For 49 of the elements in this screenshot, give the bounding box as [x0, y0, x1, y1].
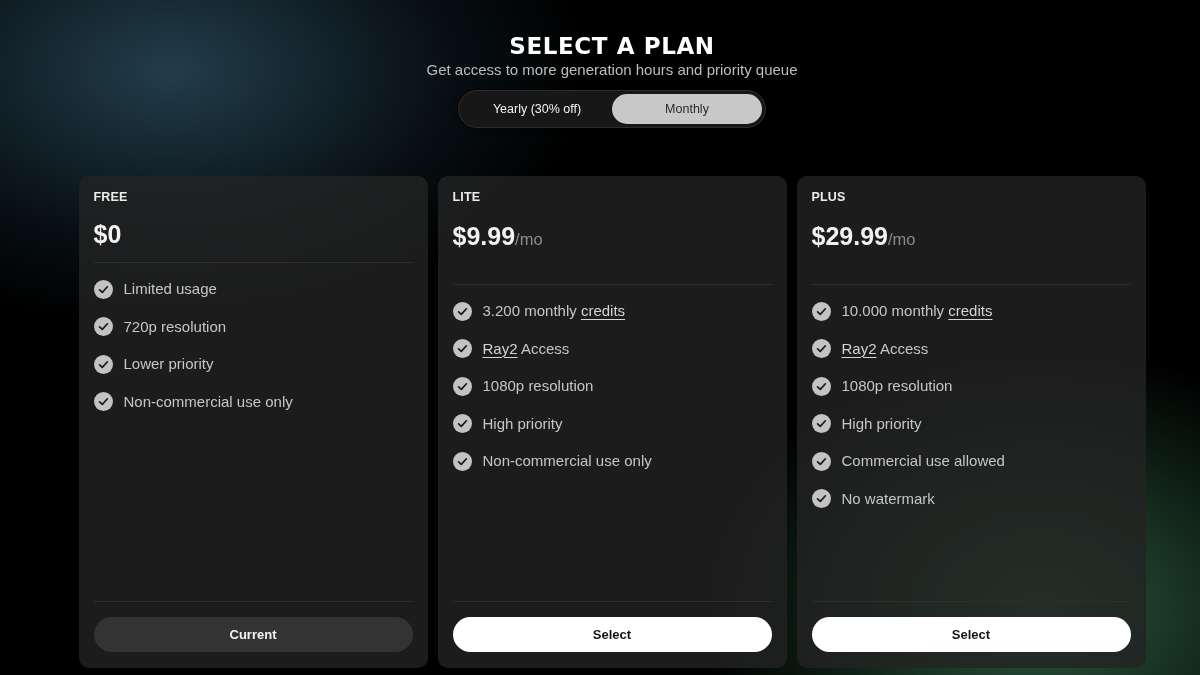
check-icon	[811, 301, 831, 321]
feature-text: Ray2 Access	[482, 338, 570, 359]
plan-price: $9.99	[452, 221, 516, 251]
check-icon	[452, 376, 472, 396]
select-plan-button[interactable]: Select	[811, 617, 1131, 652]
check-icon	[93, 279, 113, 299]
feature-text: No watermark	[841, 488, 935, 509]
feature-text: Limited usage	[123, 279, 217, 299]
price-period: /mo	[515, 230, 543, 250]
plan-name: LITE	[452, 190, 482, 204]
select-plan-button[interactable]: Select	[452, 617, 772, 652]
feature-link[interactable]: credits	[948, 302, 993, 319]
plan-price: $0	[93, 219, 122, 249]
feature-text: High priority	[841, 413, 922, 434]
check-icon	[452, 301, 472, 321]
feature-text: Non-commercial use only	[482, 451, 652, 472]
feature-text: 3.200 monthly credits	[482, 301, 626, 321]
current-plan-button[interactable]: Current	[93, 617, 413, 652]
plan-name: FREE	[93, 190, 129, 204]
feature-text: 10.000 monthly credits	[841, 301, 993, 321]
check-icon	[811, 414, 831, 434]
feature-text: High priority	[482, 413, 563, 434]
billing-option-tab[interactable]: Yearly (30% off)	[462, 94, 612, 124]
check-icon	[452, 339, 472, 359]
feature-text: Commercial use allowed	[841, 451, 1005, 472]
check-icon	[93, 392, 113, 412]
check-icon	[93, 354, 113, 374]
check-icon	[452, 451, 472, 471]
page-subtitle: Get access to more generation hours and priority queue	[426, 60, 798, 79]
feature-link[interactable]: Ray2	[841, 339, 877, 357]
feature-text: Ray2 Access	[841, 338, 929, 359]
feature-text: 720p resolution	[123, 316, 227, 337]
check-icon	[811, 489, 831, 509]
feature-text: Non-commercial use only	[123, 391, 293, 412]
feature-text: Lower priority	[123, 354, 214, 375]
feature-link[interactable]: Ray2	[482, 339, 518, 357]
feature-link[interactable]: credits	[580, 302, 626, 319]
plan-price: $29.99	[811, 221, 888, 251]
billing-option-tab[interactable]: Monthly	[612, 94, 762, 124]
page-title: SELECT A PLAN	[509, 32, 715, 60]
check-icon	[811, 376, 831, 396]
price-period: /mo	[887, 230, 916, 250]
check-icon	[93, 317, 113, 337]
check-icon	[811, 339, 831, 359]
check-icon	[452, 414, 472, 434]
feature-text: 1080p resolution	[482, 376, 594, 397]
feature-text: 1080p resolution	[841, 376, 953, 397]
plan-name: PLUS	[811, 190, 847, 204]
check-icon	[811, 451, 831, 471]
